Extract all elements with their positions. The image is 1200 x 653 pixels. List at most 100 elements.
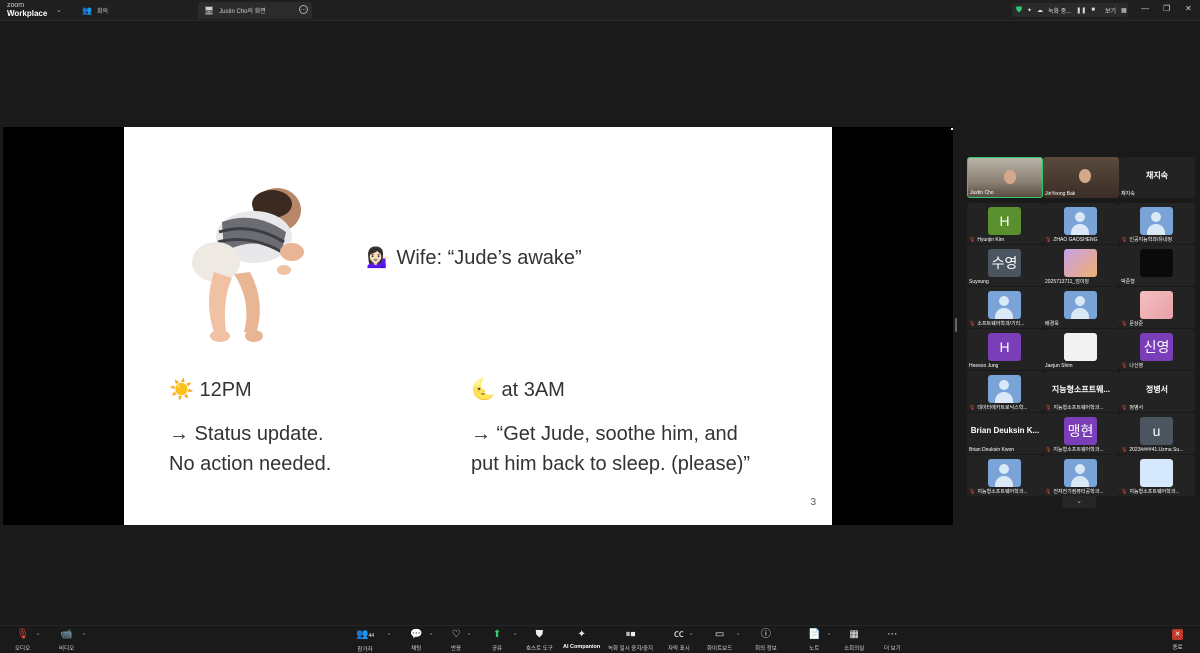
whiteboard-options-chevron-icon[interactable]: ^ (737, 633, 739, 639)
participant-name-label: 🎙 Hyunjin Kim (969, 237, 1005, 243)
chat-button[interactable]: 💬 채팅 (410, 629, 422, 652)
participant-tile[interactable]: 🎙 ZHAO GAOSHENG (1043, 203, 1119, 244)
whiteboard-button[interactable]: ▭ 화이트보드 (707, 629, 732, 652)
host-tools-button[interactable]: ⛊ 호스트 도구 (526, 629, 553, 652)
mic-muted-icon: 🎙 (1121, 489, 1128, 495)
participant-tile[interactable]: Brian Deuksin K... Brian Deuksin Kwon (967, 413, 1043, 454)
participant-name-label: 🎙 나신영 (1121, 363, 1144, 369)
gallery-scroll-down-icon[interactable]: ⌄ (1062, 496, 1096, 508)
captions-button[interactable]: ㏄ 자막 표시 (668, 629, 690, 652)
participant-tile[interactable]: JinYeong Bak (1043, 157, 1119, 198)
mic-muted-icon: 🎙 (969, 321, 976, 327)
meeting-info-button[interactable]: ⓘ 회의 정보 (755, 629, 777, 652)
ai-icon[interactable]: ✦ (1027, 7, 1032, 14)
panel-resize-handle[interactable] (955, 318, 957, 332)
participant-name-label: 2025713711_엄이징 (1045, 279, 1090, 285)
participant-tile[interactable]: 채지숙 채지숙 (1119, 157, 1195, 198)
participant-tile[interactable]: 🎙 인공지능학과/유내정 (1119, 203, 1195, 244)
participant-tile[interactable]: 신영 🎙 나신영 (1119, 329, 1195, 370)
react-button[interactable]: ♡ 반응 (451, 629, 461, 652)
participant-tile[interactable]: 2025713711_엄이징 (1043, 245, 1119, 286)
video-options-chevron-icon[interactable]: ^ (83, 633, 85, 639)
chat-options-chevron-icon[interactable]: ^ (430, 633, 432, 639)
participant-tile[interactable]: 박준형 (1119, 245, 1195, 286)
mic-muted-icon: 🎙 (969, 237, 976, 243)
restore-icon[interactable]: ❐ (1163, 4, 1170, 13)
stop-recording-button[interactable]: ■ (1091, 7, 1095, 13)
participant-tile[interactable]: u 🎙 2023####41.Uzma Su... (1119, 413, 1195, 454)
participant-name-label: 🎙 인공지능학과/유내정 (1121, 237, 1173, 243)
close-icon[interactable]: ✕ (1185, 4, 1192, 13)
breakout-label: 소회의실 (844, 646, 865, 652)
audio-options-chevron-icon[interactable]: ^ (37, 633, 39, 639)
participant-avatar (1140, 291, 1173, 319)
participant-tile[interactable]: Jaejun Shim (1043, 329, 1119, 370)
participant-avatar: u (1140, 417, 1173, 445)
participant-tile[interactable]: Justin Cho (967, 157, 1043, 198)
share-options-chevron-icon[interactable]: ^ (514, 633, 516, 639)
participant-name-label: Heesoo Jung (969, 363, 999, 369)
tab-share-label: Justin Cho의 화면 (219, 9, 266, 15)
sleeping-baby-image (192, 188, 304, 342)
more-options-icon[interactable]: … (299, 5, 308, 14)
more-dots-icon: ⋯ (887, 629, 898, 640)
meeting-toolbar: 🎙 오디오 ^ 📹 비디오 ^ 👥44 참가자 ^ 💬 채팅 ^ ♡ 반응 ^ … (0, 625, 1200, 653)
slide-wife-quote: 💁🏻‍♀️ Wife: “Jude’s awake” (366, 247, 582, 269)
cc-icon: ㏄ (673, 629, 684, 640)
audio-button[interactable]: 🎙 오디오 (15, 629, 30, 652)
captions-options-chevron-icon[interactable]: ^ (690, 633, 692, 639)
minimize-icon[interactable]: — (1141, 4, 1149, 13)
slide-night-heading: 🌜 at 3AM (471, 379, 565, 401)
participant-tile[interactable]: 🎙 데이터에카트로닉스학... (967, 371, 1043, 412)
participant-name-label: 채지숙 (1121, 191, 1135, 197)
notes-button[interactable]: 📄 노트 (808, 629, 820, 652)
more-button[interactable]: ⋯ 더 보기 (884, 629, 901, 652)
tab-meeting[interactable]: 👥 회의 (76, 2, 198, 19)
zoom-logo[interactable]: zoom Workplace (7, 2, 47, 18)
participant-avatar (1140, 249, 1173, 277)
whiteboard-icon: ▭ (714, 629, 725, 640)
participant-tile[interactable]: 🎙 전자전기컴퓨터공학과... (1043, 455, 1119, 496)
slide-noon-heading: ☀️ 12PM (169, 379, 252, 401)
title-bar: zoom Workplace ⌄ 👥 회의 🖥 Justin Cho의 화면 …… (0, 0, 1200, 21)
slide-noon-body: → Status update. No action needed. (169, 419, 331, 479)
participant-tile[interactable]: 🎙 소프트웨어학과/기리... (967, 287, 1043, 328)
participant-tile[interactable]: 🎙 지능형소프트웨어학과... (967, 455, 1043, 496)
grid-view-icon[interactable]: ▦ (1121, 7, 1127, 14)
ai-companion-button[interactable]: ✦ AI Companion (563, 629, 600, 650)
notes-options-chevron-icon[interactable]: ^ (828, 633, 830, 639)
video-button[interactable]: 📹 비디오 (59, 629, 74, 652)
participant-name-label: Suyoung (969, 279, 989, 285)
participant-tile[interactable]: 정병서 🎙 정병서 (1119, 371, 1195, 412)
participant-avatar (988, 459, 1021, 487)
participants-options-chevron-icon[interactable]: ^ (388, 633, 390, 639)
participants-count: 44 (368, 633, 375, 639)
pause-recording-button[interactable]: ❚❚ (1076, 7, 1086, 14)
participant-display-name: Brian Deuksin K... (970, 426, 1040, 435)
participant-tile[interactable]: H 🎙 Hyunjin Kim (967, 203, 1043, 244)
participant-name-label: 🎙 지능형소프트웨어학과... (1045, 405, 1104, 411)
view-label[interactable]: 보기 (1105, 6, 1116, 15)
participant-tile[interactable]: 수영 Suyoung (967, 245, 1043, 286)
react-options-chevron-icon[interactable]: ^ (468, 633, 470, 639)
participant-tile[interactable]: H Heesoo Jung (967, 329, 1043, 370)
share-button[interactable]: ⬆ 공유 (492, 629, 502, 652)
chevron-down-icon[interactable]: ⌄ (56, 6, 62, 14)
participant-tile[interactable]: 🎙 문상준 (1119, 287, 1195, 328)
participants-button[interactable]: 👥44 참가자 (356, 629, 374, 653)
participant-tile[interactable]: 맹현 🎙 지능형소프트웨어학과... (1043, 413, 1119, 454)
people-icon: 👥 (82, 6, 92, 15)
end-meeting-button[interactable]: ✕ 종료 (1172, 629, 1183, 651)
tab-screen-share[interactable]: 🖥 Justin Cho의 화면 … (198, 2, 312, 19)
record-button[interactable]: ⏸⏹ 녹화 일시 중지/중지 (608, 629, 653, 652)
participant-tile[interactable]: 🎙 지능형소프트웨어학과... (1119, 455, 1195, 496)
brand-name: Workplace (7, 9, 48, 18)
participant-avatar (1140, 207, 1173, 235)
participant-tile[interactable]: 지능형소프트웨... 🎙 지능형소프트웨어학과... (1043, 371, 1119, 412)
mic-muted-icon: 🎙 (1121, 363, 1128, 369)
react-label: 반응 (451, 646, 462, 652)
breakout-rooms-button[interactable]: ▦ 소회의실 (844, 629, 864, 652)
participant-tile[interactable]: 배경욱 (1043, 287, 1119, 328)
participant-avatar: 수영 (988, 249, 1021, 277)
participant-avatar (1064, 291, 1097, 319)
